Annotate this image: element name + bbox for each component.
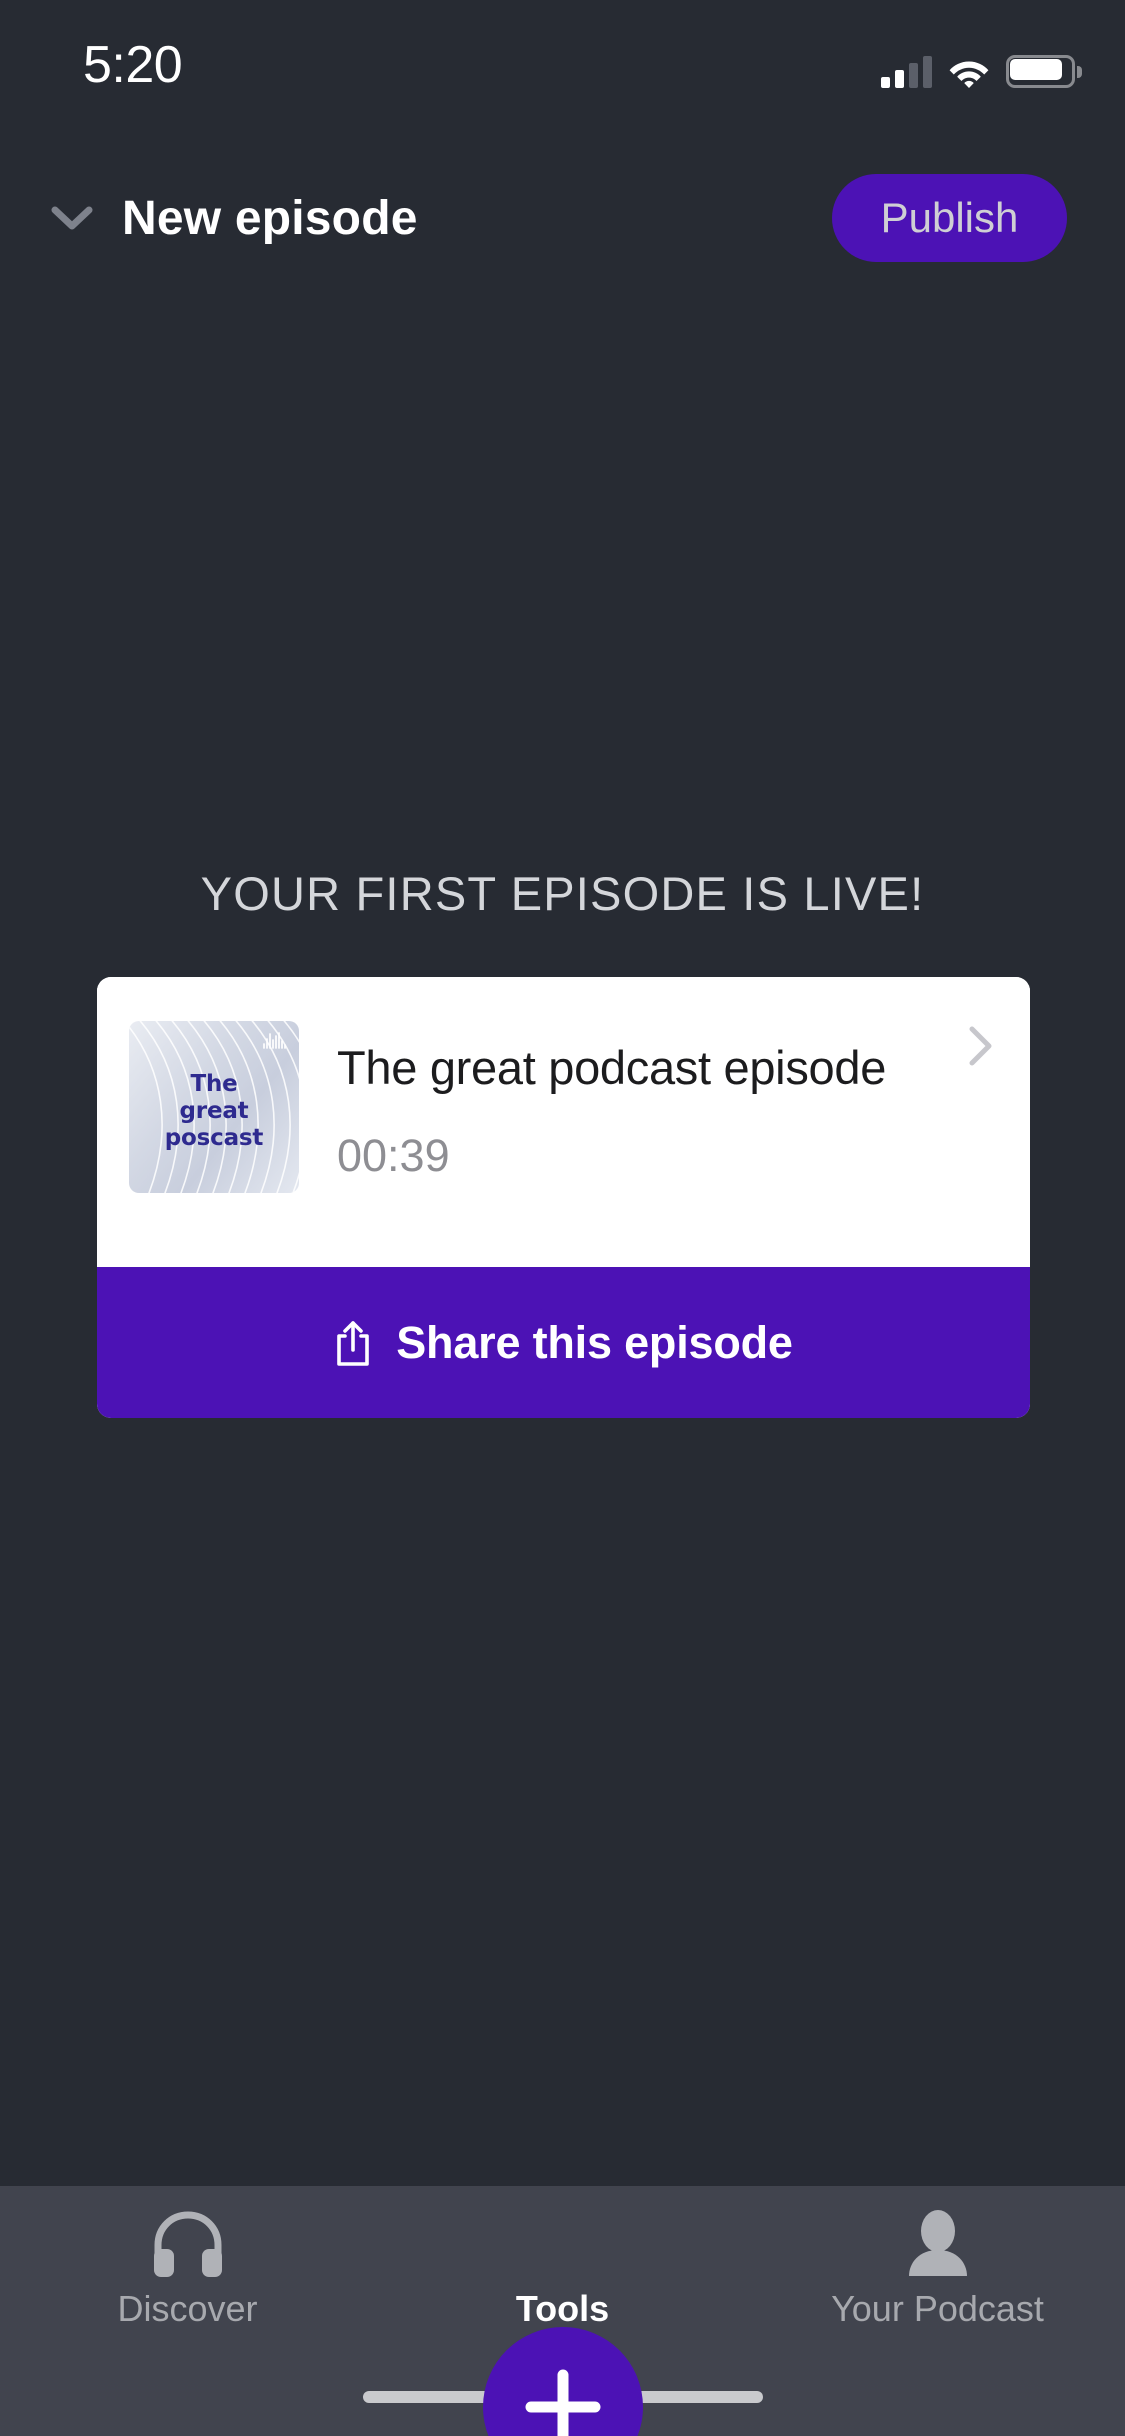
cover-art-line-3: poscast (164, 1125, 264, 1152)
plus-icon (522, 2366, 604, 2436)
episode-title: The great podcast episode (337, 1041, 887, 1094)
audio-waveform-icon (262, 1031, 288, 1051)
share-episode-label: Share this episode (396, 1316, 793, 1368)
header-title-group[interactable]: New episode (46, 168, 418, 268)
episode-card: The great poscast The great podcast epis… (97, 977, 1030, 1418)
tab-discover[interactable]: Discover (0, 2186, 375, 2376)
share-ios-icon (334, 1319, 372, 1367)
chevron-right-icon[interactable] (967, 1024, 995, 1068)
status-bar-indicators (881, 44, 1082, 88)
tab-discover-label: Discover (117, 2288, 258, 2329)
tab-tools-label: Tools (515, 2288, 610, 2329)
headphones-icon (149, 2204, 227, 2282)
cover-art-line-2: great (179, 1098, 249, 1125)
cellular-signal-icon (881, 56, 932, 88)
screen-header: New episode Publish (0, 168, 1125, 288)
tab-your-podcast[interactable]: Your Podcast (750, 2186, 1125, 2376)
wifi-icon (948, 56, 990, 88)
share-episode-button[interactable]: Share this episode (97, 1267, 1030, 1418)
status-bar: 5:20 (0, 0, 1125, 130)
status-bar-time: 5:20 (83, 36, 183, 94)
tab-your-podcast-label: Your Podcast (831, 2288, 1044, 2329)
chevron-down-icon[interactable] (46, 192, 98, 244)
cover-art-line-1: The (190, 1071, 238, 1097)
app-screen: 5:20 New episode Publish YOUR FIRST EPIS… (0, 0, 1125, 2436)
episode-row[interactable]: The great poscast The great podcast epis… (97, 977, 1030, 1267)
podcast-cover-art: The great poscast (129, 1021, 299, 1193)
hero-headline: YOUR FIRST EPISODE IS LIVE! (200, 867, 925, 920)
battery-icon (1006, 55, 1082, 88)
page-title: New episode (122, 191, 418, 245)
publish-button[interactable]: Publish (832, 174, 1067, 262)
person-icon (899, 2204, 977, 2282)
episode-duration: 00:39 (337, 1130, 450, 1181)
cover-art-text: The great poscast (129, 1071, 299, 1152)
